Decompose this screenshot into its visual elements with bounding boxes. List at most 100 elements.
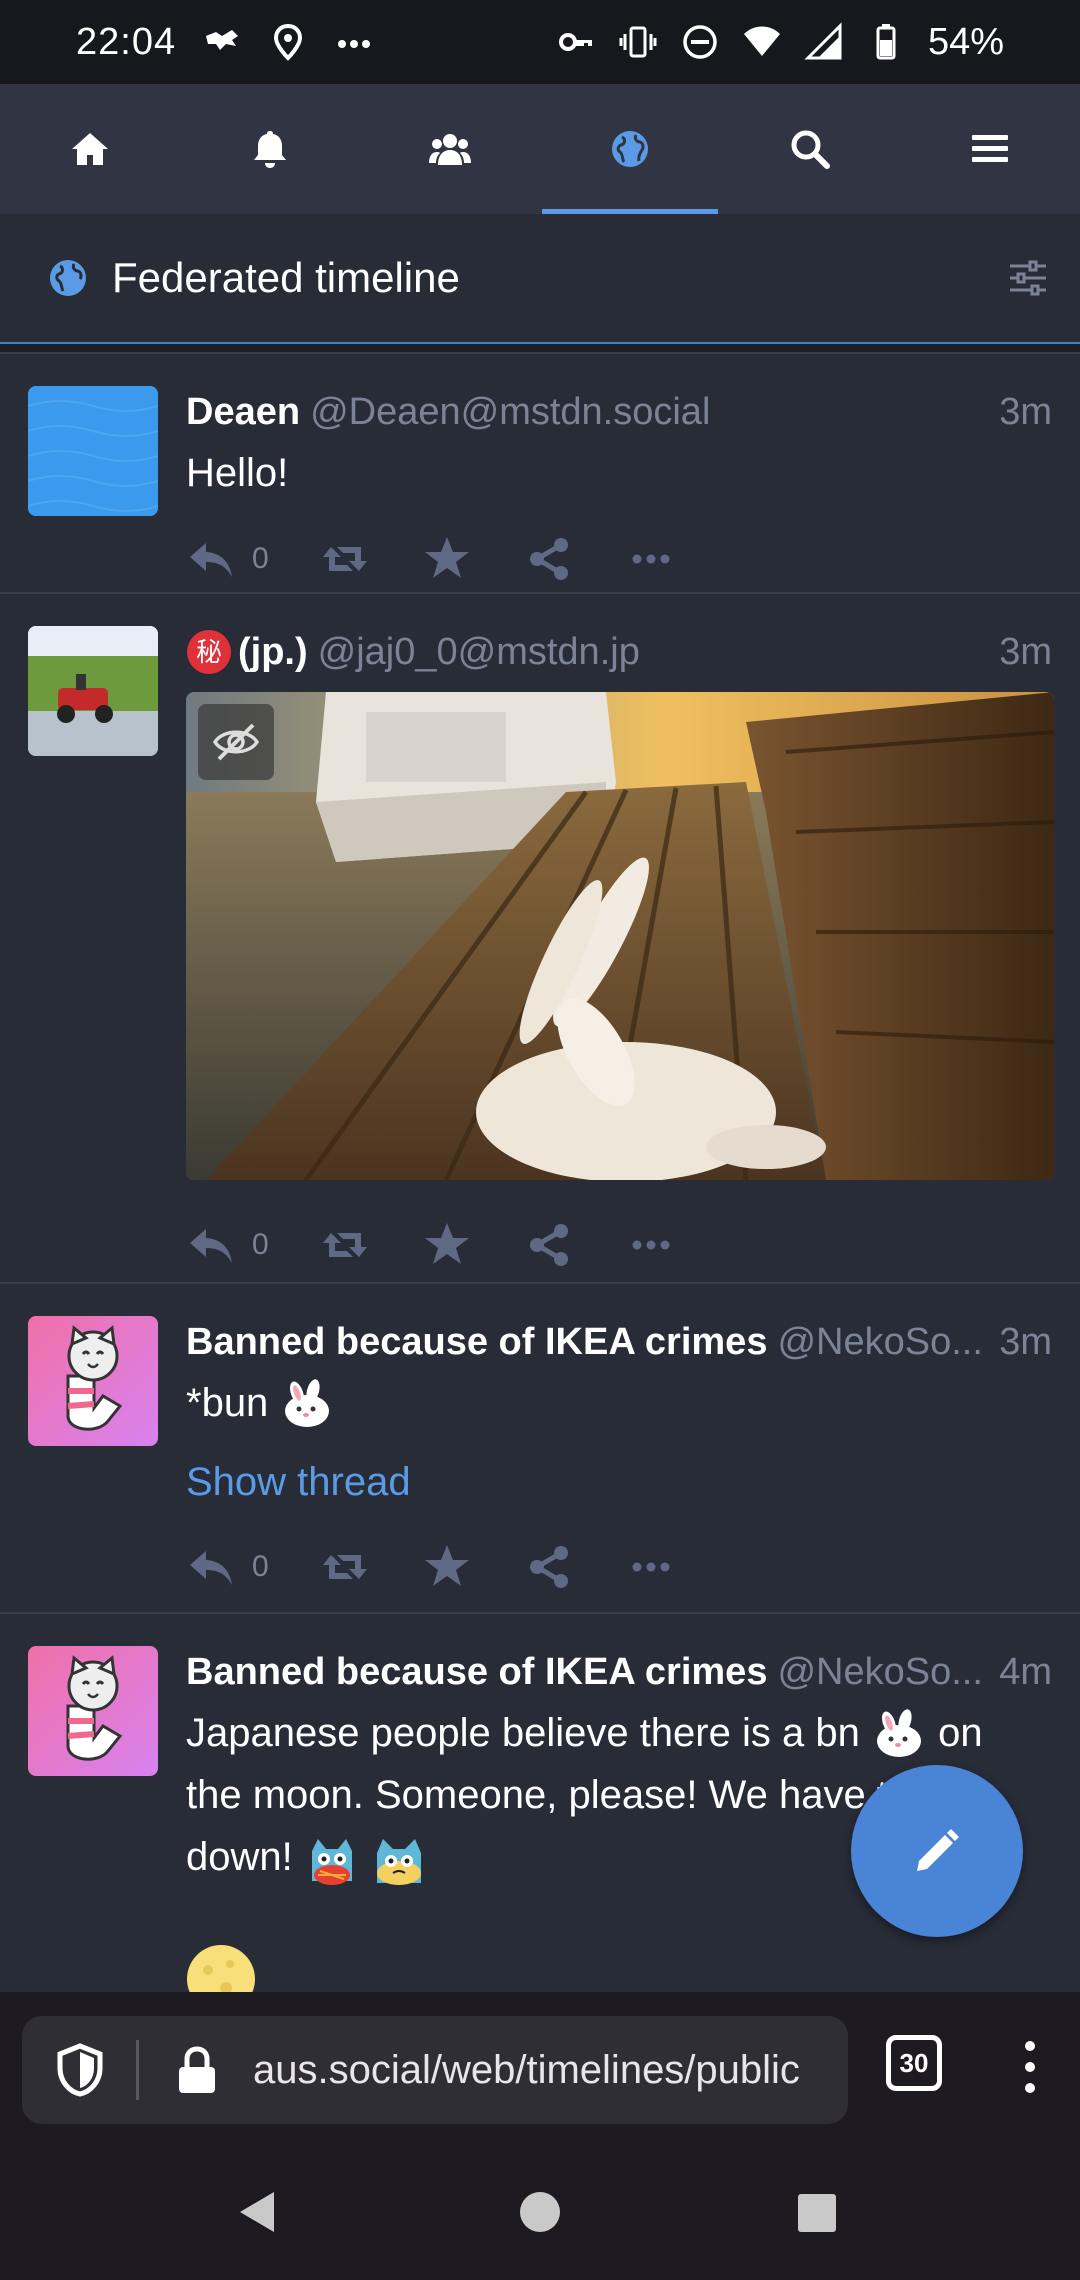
shield-icon[interactable] [52, 2042, 108, 2098]
nav-notifications[interactable] [180, 84, 360, 214]
vpn-key-icon [558, 33, 592, 51]
avatar[interactable] [28, 1646, 158, 1776]
media-attachment[interactable] [186, 692, 1054, 1180]
status-post[interactable]: Deaen @Deaen@mstdn.social 3m Hello! 0 [0, 354, 1080, 594]
action-bar: 0 [186, 1512, 1052, 1622]
status-post[interactable]: Banned because of IKEA crimes @NekoSo...… [0, 1284, 1080, 1614]
share-icon [529, 538, 568, 580]
ellipsis-icon [632, 1562, 670, 1572]
bell-icon [254, 131, 286, 168]
cat-on-pier-photo [186, 692, 1054, 1180]
avatar[interactable] [28, 626, 158, 756]
account-handle[interactable]: @jaj0_0@mstdn.jp [318, 631, 986, 674]
recents-square-icon[interactable] [796, 2192, 838, 2234]
column-title: Federated timeline [112, 254, 460, 301]
signal-icon [804, 22, 842, 60]
status-text: the moon. Someone, please! We have t [186, 1773, 888, 1817]
status-text: *bun [186, 1381, 269, 1425]
lock-icon[interactable] [175, 2045, 219, 2095]
account-handle[interactable]: @NekoSo... [777, 1651, 985, 1694]
reply-button[interactable]: 0 [186, 1219, 269, 1271]
timestamp[interactable]: 3m [999, 391, 1052, 434]
timestamp[interactable]: 4m [999, 1651, 1052, 1694]
share-icon [529, 1224, 568, 1266]
overflow-menu-icon[interactable] [1010, 2032, 1050, 2102]
status-content: Hello! [186, 451, 289, 495]
reply-count: 0 [252, 1228, 269, 1261]
home-icon [72, 133, 108, 165]
system-navigation-bar [0, 2142, 1080, 2280]
boost-button[interactable] [319, 1541, 371, 1593]
tab-switcher-button[interactable]: 30 [886, 2035, 942, 2091]
cat-eating-emoji-icon [311, 1839, 352, 1886]
share-button[interactable] [523, 1219, 575, 1271]
compose-button[interactable] [851, 1765, 1023, 1937]
eye-slash-icon [212, 723, 260, 761]
reply-button[interactable]: 0 [186, 533, 269, 585]
browser-toolbar: aus.social/web/timelines/public 30 [0, 1992, 1080, 2142]
status-text: Japanese people believe there is a bn [186, 1711, 860, 1755]
avatar-image [28, 1316, 158, 1446]
reply-icon [190, 1551, 232, 1585]
more-button[interactable] [625, 1219, 677, 1271]
column-header: Federated timeline [0, 214, 1080, 344]
battery-icon [876, 24, 896, 60]
ellipsis-icon [632, 554, 670, 564]
status-post[interactable]: 秘 (jp.) @jaj0_0@mstdn.jp 3m 0 [0, 594, 1080, 1284]
boost-button[interactable] [319, 1219, 371, 1271]
moon-emoji-icon [187, 1945, 255, 1992]
avatar-image [28, 386, 158, 516]
pencil-icon [917, 1829, 959, 1871]
share-button[interactable] [523, 533, 575, 585]
status-text: down! [186, 1835, 293, 1879]
reply-button[interactable]: 0 [186, 1541, 269, 1593]
timestamp[interactable]: 3m [999, 631, 1052, 674]
avatar-image [28, 1646, 158, 1776]
nav-home[interactable] [0, 84, 180, 214]
search-icon [791, 130, 830, 169]
star-icon [424, 537, 469, 578]
back-icon[interactable] [236, 2190, 280, 2234]
more-button[interactable] [625, 533, 677, 585]
ellipsis-icon [632, 1240, 670, 1250]
account-handle[interactable]: @Deaen@mstdn.social [310, 391, 985, 434]
top-navigation [0, 84, 1080, 214]
reply-icon [190, 1229, 232, 1263]
display-name[interactable]: Deaen [186, 391, 300, 434]
address-bar[interactable]: aus.social/web/timelines/public [22, 2016, 848, 2124]
nav-search[interactable] [720, 84, 900, 214]
hide-media-button[interactable] [198, 704, 274, 780]
url-text[interactable]: aus.social/web/timelines/public [253, 2048, 800, 2093]
share-button[interactable] [523, 1541, 575, 1593]
avatar[interactable] [28, 386, 158, 516]
nav-menu[interactable] [900, 84, 1080, 214]
account-handle[interactable]: @NekoSo... [777, 1321, 985, 1364]
favourite-button[interactable] [421, 1219, 473, 1271]
secret-badge-icon: 秘 [187, 630, 231, 674]
timeline-feed[interactable]: Deaen @Deaen@mstdn.social 3m Hello! 0 秘 … [0, 352, 1080, 1992]
retweet-icon [322, 1555, 367, 1579]
globe-icon [612, 131, 648, 167]
display-name[interactable]: (jp.) [238, 631, 308, 674]
do-not-disturb-icon [683, 25, 717, 59]
home-circle-icon[interactable] [518, 2190, 562, 2234]
boost-button[interactable] [319, 533, 371, 585]
timestamp[interactable]: 3m [999, 1321, 1052, 1364]
star-icon [424, 1223, 469, 1264]
nav-federated[interactable] [540, 84, 720, 214]
display-name[interactable]: Banned because of IKEA crimes [186, 1651, 767, 1694]
show-thread-link[interactable]: Show thread [186, 1452, 1052, 1512]
cat-worried-emoji-icon [377, 1839, 421, 1886]
tab-count: 30 [899, 2047, 929, 2078]
column-settings-icon[interactable] [1004, 254, 1052, 302]
vibrate-icon [619, 26, 657, 58]
favourite-button[interactable] [421, 533, 473, 585]
svg-text:秘: 秘 [196, 638, 222, 668]
avatar[interactable] [28, 1316, 158, 1446]
app-notification-icon [206, 30, 239, 50]
more-button[interactable] [625, 1541, 677, 1593]
nav-local[interactable] [360, 84, 540, 214]
favourite-button[interactable] [421, 1541, 473, 1593]
reply-count: 0 [252, 542, 269, 575]
display-name[interactable]: Banned because of IKEA crimes [186, 1321, 767, 1364]
